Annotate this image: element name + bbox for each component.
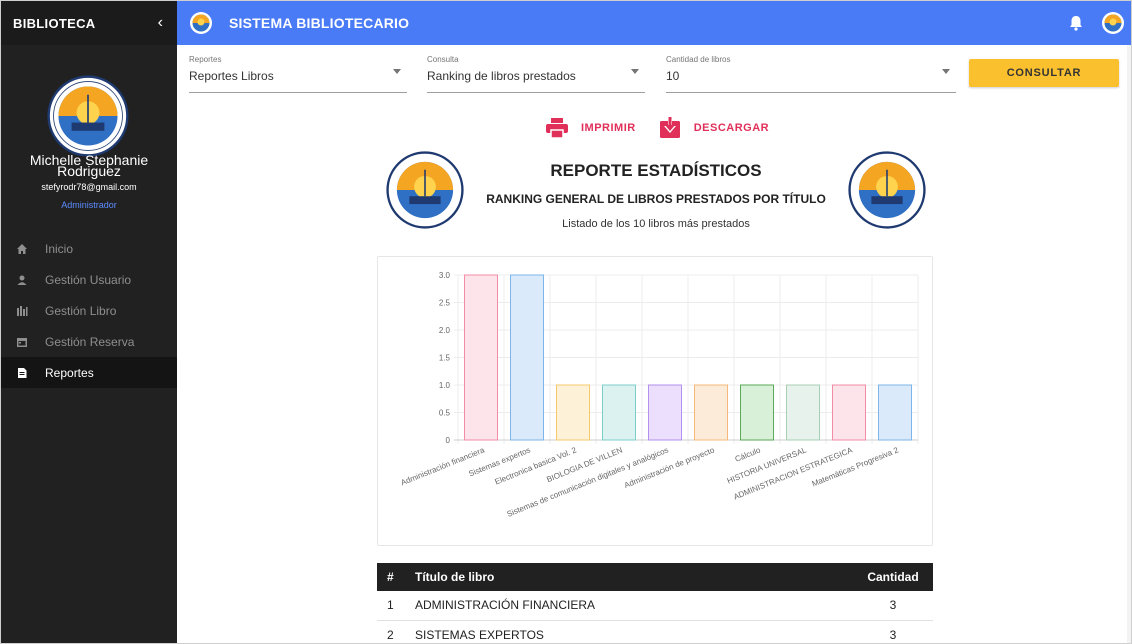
chart-bar [648,384,682,441]
table-row: 1 ADMINISTRACIÓN FINANCIERA 3 [377,591,933,620]
consulta-select[interactable]: Consulta Ranking de libros prestados [427,53,645,93]
y-tick-label: 1.5 [439,354,451,363]
cell-title: ADMINISTRACIÓN FINANCIERA [415,598,596,613]
app-logo-icon [190,12,212,34]
report-description: Listado de los 10 libros más prestados [562,218,750,230]
chart-bar [694,384,728,441]
sidebar-item-gestion-reserva[interactable]: Gestión Reserva [1,326,177,357]
top-bar-actions [1067,11,1125,35]
sidebar-item-label: Gestión Libro [45,303,117,318]
app-window: BIBLIOTECA ‹ Michelle Stephanie Rodrigue… [0,0,1132,644]
sidebar-title: BIBLIOTECA [13,15,96,31]
y-tick-label: 2.5 [439,299,451,308]
user-email: stefyrodr78@gmail.com [41,182,137,192]
reportes-select[interactable]: Reportes Reportes Libros [189,53,407,93]
reportes-select-value: Reportes Libros [189,69,274,83]
y-tick-label: 2.0 [439,326,451,335]
sidebar-item-label: Reportes [45,365,94,380]
consultar-button[interactable]: CONSULTAR [969,59,1119,87]
cell-num: 1 [387,598,394,613]
armada-logo [848,151,926,229]
ranking-table: # Título de libro Cantidad 1 ADMINISTRAC… [377,563,933,643]
table-header-row: # Título de libro Cantidad [377,563,933,591]
consulta-select-label: Consulta [427,55,459,64]
chart-bar [786,384,820,441]
user-role: Administrador [61,200,117,210]
print-button[interactable]: IMPRIMIR [545,117,636,139]
chart-bar [464,274,498,441]
user-last-name: Rodriguez [57,163,121,179]
user-icon [15,273,29,287]
report-actions: IMPRIMIR DESCARGAR [545,117,769,139]
cell-count: 3 [889,598,897,613]
x-tick-label: Administración financiera [400,445,487,487]
col-num-header: # [387,570,394,584]
armada-logo [47,75,129,157]
cantidad-select[interactable]: Cantidad de libros 10 [666,53,956,93]
y-tick-label: 0.5 [439,409,451,418]
download-label: DESCARGAR [693,122,770,134]
sidebar-item-reportes[interactable]: Reportes [1,357,177,388]
sidebar-item-gestion-libro[interactable]: Gestión Libro [1,295,177,326]
sidebar: BIBLIOTECA ‹ Michelle Stephanie Rodrigue… [1,1,177,643]
reportes-select-label: Reportes [189,55,222,64]
chart-bar [602,384,636,441]
armada-logo [386,151,464,229]
sidebar-header: BIBLIOTECA ‹ [1,1,177,45]
bell-icon[interactable] [1067,14,1085,32]
cell-count: 3 [889,627,897,642]
report-subtitle: RANKING GENERAL DE LIBROS PRESTADOS POR … [486,192,826,206]
vertical-scrollbar[interactable] [1127,45,1131,643]
download-button[interactable]: DESCARGAR [658,117,769,139]
download-icon [659,117,680,138]
printer-icon [546,118,568,139]
user-avatar-icon[interactable] [1101,11,1125,35]
x-tick-label: Administración de proyecto [623,445,716,490]
y-tick-label: 0 [446,436,451,445]
chart-container: 0 0.5 1.0 1.5 2.0 2.5 3.0 Administración financ… [377,256,933,546]
home-icon [15,242,29,256]
sidebar-item-label: Inicio [45,241,74,256]
consulta-select-value: Ranking de libros prestados [427,69,576,83]
dropdown-arrow-icon [942,69,950,74]
user-name: Michelle Stephanie Rodriguez [1,153,177,179]
sidebar-item-inicio[interactable]: Inicio [1,233,177,264]
top-bar: SISTEMA BIBLIOTECARIO [177,1,1131,45]
cell-num: 2 [387,627,394,642]
chevron-left-icon[interactable]: ‹ [158,14,163,32]
cantidad-select-label: Cantidad de libros [666,55,731,64]
sidebar-item-label: Gestión Usuario [45,272,132,287]
x-tick-label: Matemáticas Progresiva 2 [811,445,901,488]
dropdown-arrow-icon [631,69,639,74]
col-count-header: Cantidad [867,570,919,584]
chart-bar [510,274,544,441]
cell-title: SISTEMAS EXPERTOS [415,627,544,642]
chart-bar [740,384,774,441]
dropdown-arrow-icon [393,69,401,74]
print-label: IMPRIMIR [581,122,636,134]
col-title-header: Título de libro [415,570,495,584]
books-icon [15,304,29,318]
calendar-icon [15,335,29,349]
x-tick-label: Cálculo [734,445,763,464]
chart-bar [832,384,866,441]
chart-bar [556,384,590,441]
y-tick-label: 3.0 [439,271,451,280]
cantidad-select-value: 10 [666,69,680,83]
sidebar-item-label: Gestión Reserva [45,334,135,349]
sidebar-item-gestion-usuario[interactable]: Gestión Usuario [1,264,177,295]
app-title: SISTEMA BIBLIOTECARIO [229,15,410,31]
x-tick-label: Electronica basica Vol. 2 [494,445,579,486]
table-row: 2 SISTEMAS EXPERTOS 3 [377,620,933,643]
file-icon [15,366,29,380]
sidebar-nav: Inicio Gestión Usuario Gestión Libro Ges… [1,233,177,388]
y-tick-label: 1.0 [439,381,451,390]
report-title: REPORTE ESTADÍSTICOS [550,161,762,180]
chart-bar [878,384,912,441]
bar-chart: 0 0.5 1.0 1.5 2.0 2.5 3.0 Administración financ… [400,271,919,519]
